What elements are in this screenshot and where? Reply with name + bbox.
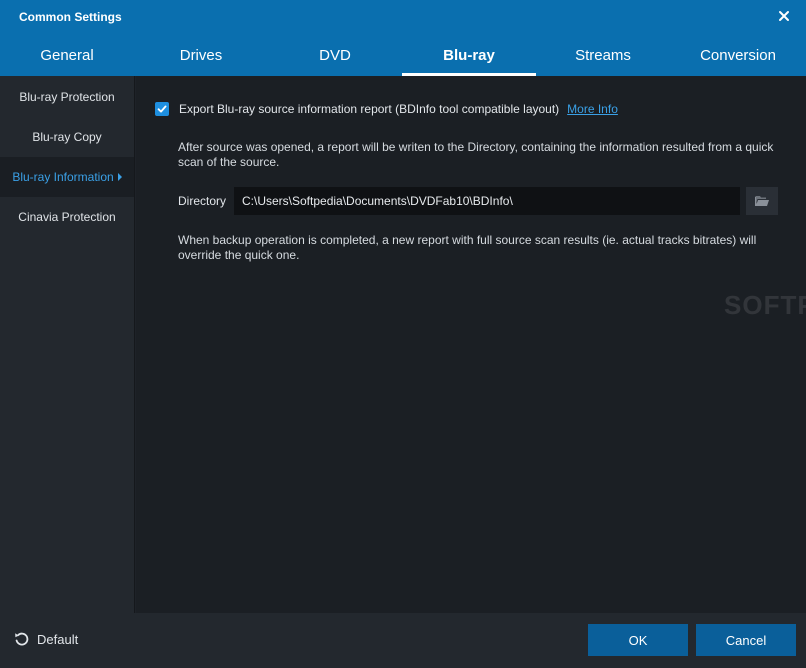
sidebar-item-blu-ray-copy[interactable]: Blu-ray Copy [0,117,134,157]
footer-bar: Default OK Cancel [0,613,806,668]
sidebar-item-label: Blu-ray Copy [32,130,102,144]
header-bar: Common Settings General Drives DVD Blu-r… [0,0,806,76]
sidebar-item-label: Blu-ray Protection [19,90,115,104]
directory-label: Directory [178,194,227,208]
folder-icon [755,196,769,206]
tab-bar: General Drives DVD Blu-ray Streams Conve… [0,36,806,76]
watermark: SOFTPEDIA [724,290,806,320]
default-label: Default [37,631,79,647]
tab-streams[interactable]: Streams [536,36,670,76]
sidebar-item-blu-ray-information[interactable]: Blu-ray Information [0,157,134,197]
tab-general[interactable]: General [0,36,134,76]
sidebar-item-label: Cinavia Protection [18,210,116,224]
tab-conversion[interactable]: Conversion [670,36,806,76]
source-report-description: After source was opened, a report will b… [178,140,774,169]
sidebar-item-label: Blu-ray Information [12,170,114,184]
ok-button[interactable]: OK [588,624,688,656]
close-icon [779,11,789,21]
backup-report-description: When backup operation is completed, a ne… [178,233,757,262]
settings-window: Common Settings General Drives DVD Blu-r… [0,0,806,668]
export-report-label: Export Blu-ray source information report… [179,102,560,116]
cancel-button[interactable]: Cancel [696,624,796,656]
caret-right-icon [117,173,122,181]
content-panel: Export Blu-ray source information report… [136,76,806,613]
sidebar-item-cinavia-protection[interactable]: Cinavia Protection [0,197,134,237]
sidebar: Blu-ray Protection Blu-ray Copy Blu-ray … [0,76,135,613]
more-info-link[interactable]: More Info [567,102,618,116]
browse-folder-button[interactable] [746,187,778,215]
directory-input[interactable] [234,187,740,215]
close-button[interactable] [774,6,794,26]
tab-drives[interactable]: Drives [134,36,268,76]
window-title: Common Settings [19,10,122,24]
reset-icon [15,632,29,646]
checkmark-icon [157,105,167,113]
default-button[interactable]: Default [14,631,78,647]
export-report-option: Export Blu-ray source information report… [155,101,618,117]
export-report-checkbox[interactable] [155,102,169,116]
tab-dvd[interactable]: DVD [268,36,402,76]
tab-blu-ray[interactable]: Blu-ray [402,36,536,76]
sidebar-item-blu-ray-protection[interactable]: Blu-ray Protection [0,77,134,117]
